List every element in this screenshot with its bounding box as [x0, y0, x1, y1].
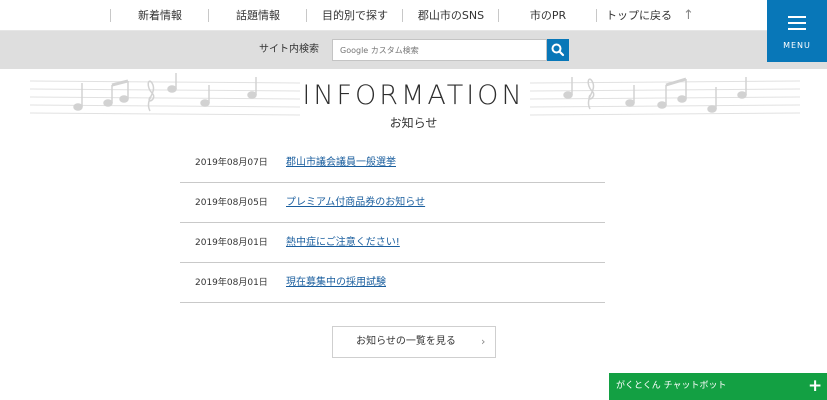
news-item: 2019年08月05日 プレミアム付商品券のお知らせ	[180, 183, 605, 223]
nav-item-topics[interactable]: 話題情報	[210, 0, 306, 31]
news-link[interactable]: 現在募集中の採用試験	[286, 263, 386, 303]
search-icon	[551, 43, 565, 57]
news-date: 2019年08月05日	[195, 198, 268, 208]
news-date: 2019年08月01日	[195, 238, 268, 248]
page-subtitle: お知らせ	[389, 116, 438, 130]
menu-button[interactable]: MENU	[767, 0, 827, 62]
news-date: 2019年08月01日	[195, 278, 268, 288]
page-title: INFORMATION	[302, 80, 525, 111]
top-navigation: 新着情報 話題情報 目的別で探す 郡山市のSNS 市のPR トップに戻る ↑	[0, 0, 767, 31]
menu-label: MENU	[783, 41, 811, 50]
news-item: 2019年08月07日 郡山市議会議員一般選挙	[180, 143, 605, 183]
chatbot-label: がくとくん チャットボット	[616, 381, 727, 391]
site-search-bar: サイト内検索	[0, 31, 767, 69]
news-list: 2019年08月07日 郡山市議会議員一般選挙 2019年08月05日 プレミア…	[180, 143, 605, 303]
site-search-label: サイト内検索	[259, 44, 319, 55]
news-date: 2019年08月07日	[195, 158, 268, 168]
header-fill	[767, 62, 827, 69]
nav-item-news[interactable]: 新着情報	[112, 0, 208, 31]
chatbot-tab[interactable]: がくとくん チャットボット +	[609, 373, 827, 400]
nav-divider	[110, 9, 111, 22]
nav-item-back-to-top[interactable]: トップに戻る	[606, 0, 682, 31]
nav-divider	[498, 9, 499, 22]
news-item: 2019年08月01日 現在募集中の採用試験	[180, 263, 605, 303]
nav-item-pr[interactable]: 市のPR	[500, 0, 596, 31]
search-input[interactable]	[332, 39, 547, 61]
chevron-right-icon: ›	[481, 335, 486, 348]
nav-item-sns[interactable]: 郡山市のSNS	[404, 0, 498, 31]
nav-divider	[306, 9, 307, 22]
nav-divider	[596, 9, 597, 22]
view-all-news-label: お知らせの一覧を見る	[356, 336, 456, 347]
nav-item-purpose[interactable]: 目的別で探す	[308, 0, 402, 31]
nav-divider	[402, 9, 403, 22]
news-link[interactable]: 郡山市議会議員一般選挙	[286, 143, 396, 183]
nav-divider	[208, 9, 209, 22]
arrow-up-icon[interactable]: ↑	[683, 0, 694, 31]
news-item: 2019年08月01日 熱中症にご注意ください!	[180, 223, 605, 263]
news-link[interactable]: プレミアム付商品券のお知らせ	[286, 183, 425, 223]
view-all-news-button[interactable]: お知らせの一覧を見る ›	[332, 326, 496, 358]
search-button[interactable]	[547, 39, 569, 61]
news-link[interactable]: 熱中症にご注意ください!	[286, 223, 400, 263]
plus-icon: +	[808, 376, 823, 396]
